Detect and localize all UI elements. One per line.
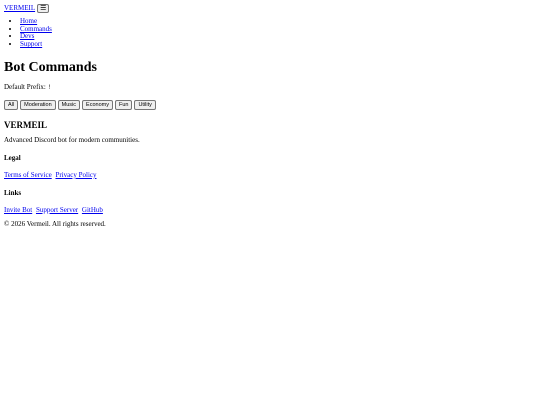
filter-button-all[interactable]: All	[4, 99, 19, 110]
support-server-link[interactable]: Support Server	[36, 206, 78, 214]
privacy-policy-link[interactable]: Privacy Policy	[55, 171, 96, 179]
page: VERMEIL ☰ Home Commands Devs Support Bot…	[4, 3, 536, 229]
nav-item-home: Home	[20, 17, 536, 26]
prefix-value: !	[47, 83, 52, 91]
menu-toggle-button[interactable]: ☰	[37, 3, 50, 13]
nav-link-support[interactable]: Support	[20, 40, 42, 48]
copyright-text: © 2026 Vermeil. All rights reserved.	[4, 219, 106, 228]
hamburger-icon: ☰	[40, 3, 47, 12]
brand-link[interactable]: VERMEIL	[4, 4, 35, 13]
top-bar: VERMEIL ☰	[4, 3, 536, 13]
footer-brand: VERMEIL	[4, 119, 48, 130]
filter-button-fun[interactable]: Fun	[114, 99, 133, 110]
nav-item-commands: Commands	[20, 25, 536, 34]
prefix-label: Default Prefix:	[4, 82, 46, 91]
footer-links-heading: Links	[4, 188, 22, 197]
nav-item-support: Support	[20, 40, 536, 49]
github-link[interactable]: GitHub	[82, 206, 103, 214]
main-nav: Home Commands Devs Support	[4, 17, 536, 49]
site-footer: VERMEIL Advanced Discord bot for modern …	[4, 120, 536, 229]
default-prefix: Default Prefix: !	[4, 83, 536, 92]
page-title: Bot Commands	[4, 59, 97, 75]
filter-button-moderation[interactable]: Moderation	[20, 99, 56, 110]
footer-tagline: Advanced Discord bot for modern communit…	[4, 135, 140, 144]
footer-legal-heading: Legal	[4, 153, 21, 162]
terms-of-service-link[interactable]: Terms of Service	[4, 171, 52, 179]
site-header: VERMEIL ☰ Home Commands Devs Support	[4, 3, 536, 49]
main-content: Bot Commands Default Prefix: ! All Moder…	[4, 60, 536, 110]
invite-bot-link[interactable]: Invite Bot	[4, 206, 32, 214]
category-filters: All Moderation Music Economy Fun Utility	[4, 99, 536, 110]
filter-button-utility[interactable]: Utility	[134, 99, 156, 110]
footer-external-links: Invite Bot Support Server GitHub	[4, 206, 536, 215]
footer-legal-links: Terms of Service Privacy Policy	[4, 171, 536, 180]
filter-button-music[interactable]: Music	[57, 99, 81, 110]
nav-item-devs: Devs	[20, 33, 536, 41]
filter-button-economy[interactable]: Economy	[82, 99, 113, 110]
